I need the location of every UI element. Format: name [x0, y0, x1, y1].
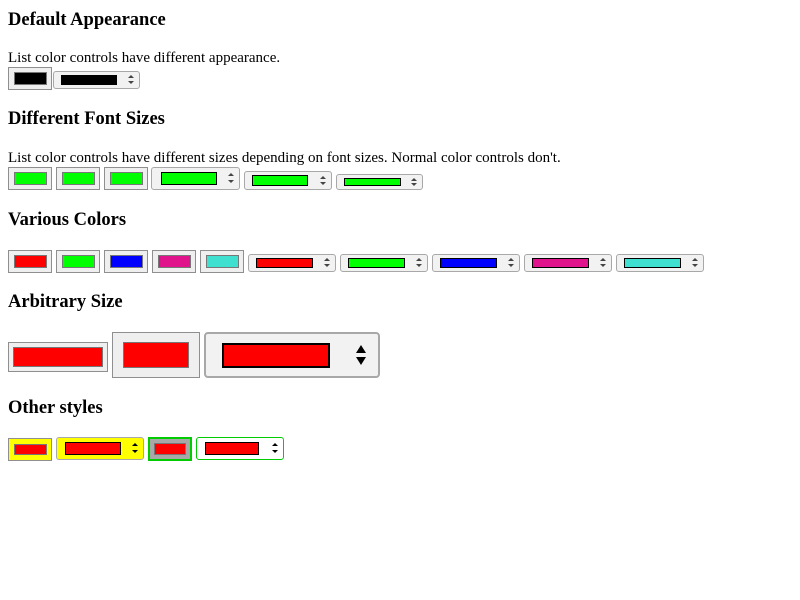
heading-various-colors: Various Colors	[8, 210, 127, 230]
color-swatch	[348, 258, 405, 268]
color-swatch	[206, 255, 239, 268]
color-swatch	[61, 75, 117, 85]
arrow-down-icon	[324, 264, 330, 267]
arrow-down-icon	[132, 450, 138, 453]
list-color-input-turquoise[interactable]	[616, 254, 704, 272]
list-color-input-pink[interactable]	[524, 254, 612, 272]
color-swatch	[123, 342, 189, 368]
color-input-pink[interactable]	[152, 250, 196, 273]
color-swatch	[624, 258, 681, 268]
color-swatch	[161, 172, 217, 185]
color-swatch	[14, 255, 47, 268]
color-swatch	[252, 175, 308, 186]
page: Default Appearance List color controls h…	[0, 0, 800, 600]
color-input-font-medium[interactable]	[56, 167, 100, 190]
color-swatch	[62, 172, 95, 185]
color-input-font-small[interactable]	[8, 167, 52, 190]
arrow-up-icon	[416, 258, 422, 261]
color-swatch	[14, 172, 47, 185]
arrow-up-icon	[692, 258, 698, 261]
list-color-input-blue[interactable]	[432, 254, 520, 272]
list-color-input-font-medium[interactable]	[244, 171, 332, 190]
color-swatch	[532, 258, 589, 268]
heading-different-font-sizes: Different Font Sizes	[8, 109, 165, 129]
color-swatch	[110, 255, 143, 268]
list-color-input-large[interactable]	[204, 332, 380, 378]
color-swatch	[344, 178, 401, 186]
arrow-up-icon	[411, 178, 417, 181]
heading-other-styles: Other styles	[8, 398, 103, 418]
arrow-down-icon	[272, 450, 278, 453]
heading-arbitrary-size: Arbitrary Size	[8, 292, 123, 312]
list-color-input-green[interactable]	[340, 254, 428, 272]
arrow-up-icon	[272, 443, 278, 446]
color-input-default[interactable]	[8, 67, 52, 90]
arrow-up-icon	[356, 345, 366, 353]
color-swatch	[13, 347, 103, 367]
arrow-down-icon	[356, 357, 366, 365]
arrow-down-icon	[508, 264, 514, 267]
arrow-down-icon	[416, 264, 422, 267]
arrow-down-icon	[320, 182, 326, 185]
color-swatch	[158, 255, 191, 268]
desc-different-font-sizes: List color controls have different sizes…	[8, 150, 561, 166]
color-input-green-border[interactable]	[148, 437, 192, 461]
list-color-input-red[interactable]	[248, 254, 336, 272]
list-color-input-yellow-background[interactable]	[56, 437, 144, 460]
color-input-yellow-background[interactable]	[8, 438, 52, 461]
arrow-up-icon	[508, 258, 514, 261]
arrow-up-icon	[320, 176, 326, 179]
color-swatch	[62, 255, 95, 268]
color-swatch	[222, 343, 330, 368]
color-input-green[interactable]	[56, 250, 100, 273]
color-swatch	[65, 442, 121, 455]
color-swatch	[14, 444, 47, 455]
list-color-input-font-small[interactable]	[336, 174, 423, 190]
arrow-up-icon	[132, 443, 138, 446]
color-swatch	[14, 72, 47, 85]
arrow-up-icon	[600, 258, 606, 261]
color-swatch	[205, 442, 259, 455]
color-swatch	[256, 258, 313, 268]
list-color-input-font-large[interactable]	[151, 167, 240, 190]
color-swatch	[440, 258, 497, 268]
color-input-wide[interactable]	[8, 342, 108, 372]
arrow-down-icon	[411, 183, 417, 186]
desc-default-appearance: List color controls have different appea…	[8, 50, 281, 66]
color-input-red[interactable]	[8, 250, 52, 273]
color-input-large[interactable]	[112, 332, 200, 378]
arrow-up-icon	[128, 75, 134, 78]
color-input-blue[interactable]	[104, 250, 148, 273]
arrow-down-icon	[600, 264, 606, 267]
color-input-turquoise[interactable]	[200, 250, 244, 273]
color-input-font-large[interactable]	[104, 167, 148, 190]
arrow-down-icon	[228, 180, 234, 183]
color-swatch	[154, 443, 186, 455]
list-color-input-default[interactable]	[53, 71, 140, 89]
color-swatch	[110, 172, 143, 185]
arrow-down-icon	[128, 81, 134, 84]
arrow-up-icon	[324, 258, 330, 261]
arrow-up-icon	[228, 173, 234, 176]
heading-default-appearance: Default Appearance	[8, 10, 166, 30]
arrow-down-icon	[692, 264, 698, 267]
list-color-input-green-border[interactable]	[196, 437, 284, 460]
